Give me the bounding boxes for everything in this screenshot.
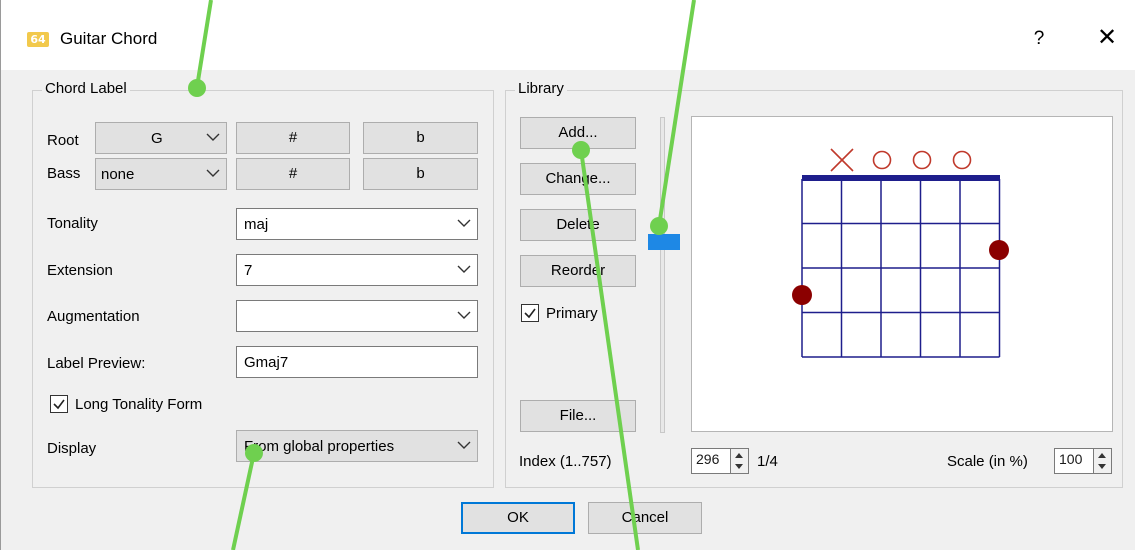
- chevron-down-icon: [457, 219, 471, 227]
- library-slider-handle[interactable]: [648, 234, 680, 250]
- close-button[interactable]: ✕: [1089, 22, 1125, 54]
- augmentation-label: Augmentation: [47, 308, 140, 325]
- chevron-down-icon: [457, 441, 471, 449]
- scale-spinner[interactable]: 100: [1054, 448, 1112, 474]
- bass-label: Bass: [47, 165, 81, 182]
- library-slider-track[interactable]: [660, 117, 665, 433]
- open-string-mark: [952, 150, 972, 170]
- label-preview-field: Gmaj7: [236, 346, 478, 378]
- augmentation-select[interactable]: [236, 300, 478, 332]
- bass-flat-button[interactable]: b: [363, 158, 478, 190]
- extension-label: Extension: [47, 262, 113, 279]
- display-label: Display: [47, 440, 97, 457]
- tonality-select[interactable]: maj: [236, 208, 478, 240]
- chevron-down-icon: [206, 169, 220, 177]
- ok-button[interactable]: OK: [461, 502, 575, 534]
- root-flat-button[interactable]: b: [363, 122, 478, 154]
- root-sharp-button[interactable]: #: [236, 122, 350, 154]
- file-button[interactable]: File...: [520, 400, 636, 432]
- root-value: G: [151, 130, 163, 147]
- app-icon: 64: [27, 32, 49, 47]
- bass-sharp-button[interactable]: #: [236, 158, 350, 190]
- extension-select[interactable]: 7: [236, 254, 478, 286]
- root-label: Root: [47, 132, 79, 149]
- library-group-title: Library: [515, 80, 567, 97]
- primary-checkbox[interactable]: [521, 304, 539, 322]
- chord-diagram: [792, 148, 1009, 358]
- help-button[interactable]: ?: [1024, 24, 1054, 54]
- muted-string-mark: [830, 148, 854, 172]
- open-string-mark: [872, 150, 892, 170]
- fret-grid: [801, 179, 1001, 358]
- long-tonality-checkbox[interactable]: [50, 395, 68, 413]
- string-marks: [830, 148, 972, 172]
- display-select[interactable]: From global properties: [236, 430, 478, 462]
- bass-select[interactable]: none: [95, 158, 227, 190]
- open-string-mark: [912, 150, 932, 170]
- scale-value: 100: [1059, 451, 1083, 467]
- fretboard-nut: [802, 175, 1000, 181]
- chevron-down-icon: [457, 265, 471, 273]
- delete-button[interactable]: Delete: [520, 209, 636, 241]
- title-bar: 64 Guitar Chord ? ✕: [1, 0, 1135, 70]
- finger-dot: [989, 240, 1009, 260]
- display-value: From global properties: [244, 438, 395, 455]
- tonality-value: maj: [244, 216, 269, 233]
- scale-label: Scale (in %): [947, 453, 1028, 470]
- index-spinner[interactable]: 296: [691, 448, 749, 474]
- tonality-label: Tonality: [47, 215, 98, 232]
- root-select[interactable]: G: [95, 122, 227, 154]
- index-page: 1/4: [757, 453, 778, 470]
- label-preview-value: Gmaj7: [244, 354, 289, 371]
- finger-dot: [792, 285, 812, 305]
- chevron-down-icon: [457, 311, 471, 319]
- checkmark-icon: [53, 399, 65, 410]
- reorder-button[interactable]: Reorder: [520, 255, 636, 287]
- index-value: 296: [696, 451, 720, 467]
- spinner-arrows-icon[interactable]: [1093, 449, 1111, 473]
- chevron-down-icon: [206, 133, 220, 141]
- index-label: Index (1..757): [519, 453, 612, 470]
- window-title: Guitar Chord: [60, 29, 158, 48]
- spinner-arrows-icon[interactable]: [730, 449, 748, 473]
- extension-value: 7: [244, 262, 253, 279]
- bass-value: none: [101, 166, 135, 183]
- primary-label: Primary: [546, 305, 598, 322]
- add-button[interactable]: Add...: [520, 117, 636, 149]
- long-tonality-label: Long Tonality Form: [75, 396, 203, 413]
- cancel-button[interactable]: Cancel: [588, 502, 702, 534]
- checkmark-icon: [524, 308, 536, 319]
- change-button[interactable]: Change...: [520, 163, 636, 195]
- chord-diagram-panel: [691, 116, 1113, 432]
- label-preview-label: Label Preview:: [47, 355, 146, 372]
- guitar-chord-dialog: 64 Guitar Chord ? ✕ Chord Label Root G #…: [0, 0, 1135, 550]
- chord-label-group-title: Chord Label: [42, 80, 130, 97]
